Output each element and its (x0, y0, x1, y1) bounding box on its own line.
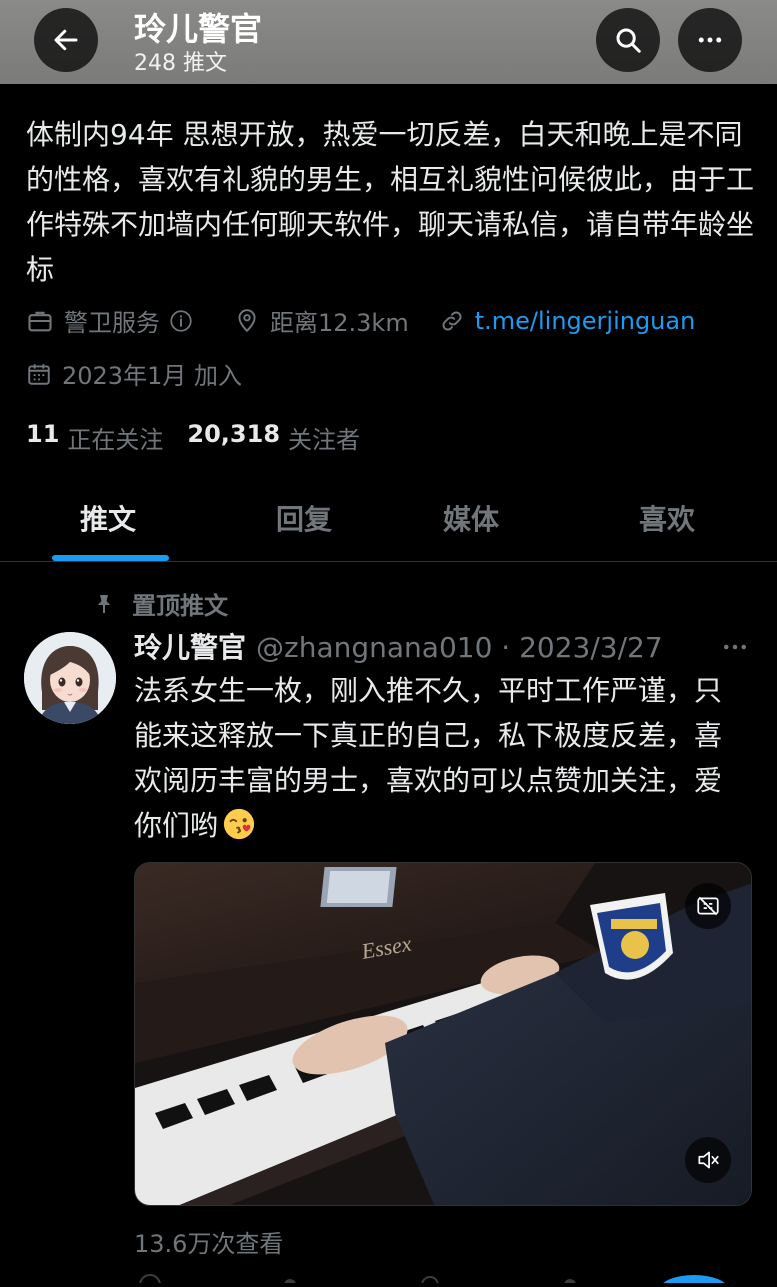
search-icon (616, 28, 641, 53)
avatar[interactable] (24, 632, 116, 724)
header-title: 玲儿警官 (134, 10, 263, 48)
kissing-face-emoji (223, 808, 255, 840)
profile-meta-row: 警卫服务 距离12.3km t.me/lingerjinguan (26, 303, 725, 338)
link-icon (439, 308, 465, 334)
more-button[interactable] (678, 8, 742, 72)
mute-button[interactable] (685, 1137, 731, 1183)
tweet-video[interactable]: Essex (134, 862, 752, 1206)
search-button[interactable] (596, 8, 660, 72)
following-link[interactable]: 11 正在关注 (26, 420, 163, 455)
profile-joined-row: 2023年1月 加入 (26, 356, 242, 391)
tabs-divider (0, 561, 777, 562)
followers-count: 20,318 (187, 420, 281, 448)
view-count: 13.6万次查看 (134, 1230, 284, 1258)
captions-off-icon (697, 896, 719, 916)
captions-button[interactable] (685, 883, 731, 929)
back-button[interactable] (34, 8, 98, 72)
video-frame: Essex (135, 863, 751, 1205)
profile-distance: 距离12.3km (270, 309, 409, 337)
profile-link[interactable]: t.me/lingerjinguan (475, 307, 696, 335)
tab-tweets[interactable]: 推文 (80, 498, 136, 538)
profile-header: 玲儿警官 248 推文 (0, 0, 777, 84)
more-horizontal-icon (724, 644, 746, 650)
tab-replies[interactable]: 回复 (276, 498, 332, 538)
following-count: 11 (26, 420, 60, 448)
calendar-icon (26, 361, 52, 387)
followers-label: 关注者 (288, 426, 361, 454)
following-label: 正在关注 (67, 426, 164, 454)
tweet-more-button[interactable] (720, 632, 750, 666)
volume-muted-icon (698, 1151, 719, 1169)
location-pin-icon (234, 307, 260, 335)
info-icon[interactable] (168, 308, 194, 334)
tweet-action-bar (0, 1268, 777, 1287)
followers-link[interactable]: 20,318 关注者 (187, 420, 360, 455)
pinned-label: 置顶推文 (132, 592, 228, 620)
profile-bio: 体制内94年 思想开放，热爱一切反差，白天和晚上是不同的性格，喜欢有礼貌的男生，… (26, 118, 755, 286)
profile-joined: 2023年1月 加入 (62, 362, 242, 390)
profile-category: 警卫服务 (64, 309, 160, 337)
follow-stats: 11 正在关注 20,318 关注者 (26, 420, 384, 455)
pin-icon (92, 591, 116, 617)
tweet-text: 法系女生一枚，刚入推不久，平时工作严谨，只能来这释放一下真正的自己，私下极度反差… (134, 668, 734, 848)
tweet-count: 248 推文 (134, 51, 227, 76)
briefcase-icon (26, 307, 54, 335)
arrow-left-icon (54, 29, 78, 51)
tweet-author-name[interactable]: 玲儿警官 (134, 631, 246, 664)
pinned-label-row: 置顶推文 (92, 586, 228, 621)
tweet-handle-date[interactable]: @zhangnana010 · 2023/3/27 (256, 631, 663, 664)
tab-media[interactable]: 媒体 (443, 498, 499, 538)
tab-likes[interactable]: 喜欢 (639, 498, 695, 538)
more-horizontal-icon (698, 37, 722, 43)
tweet-header: 玲儿警官 @zhangnana010 · 2023/3/27 (134, 626, 663, 666)
